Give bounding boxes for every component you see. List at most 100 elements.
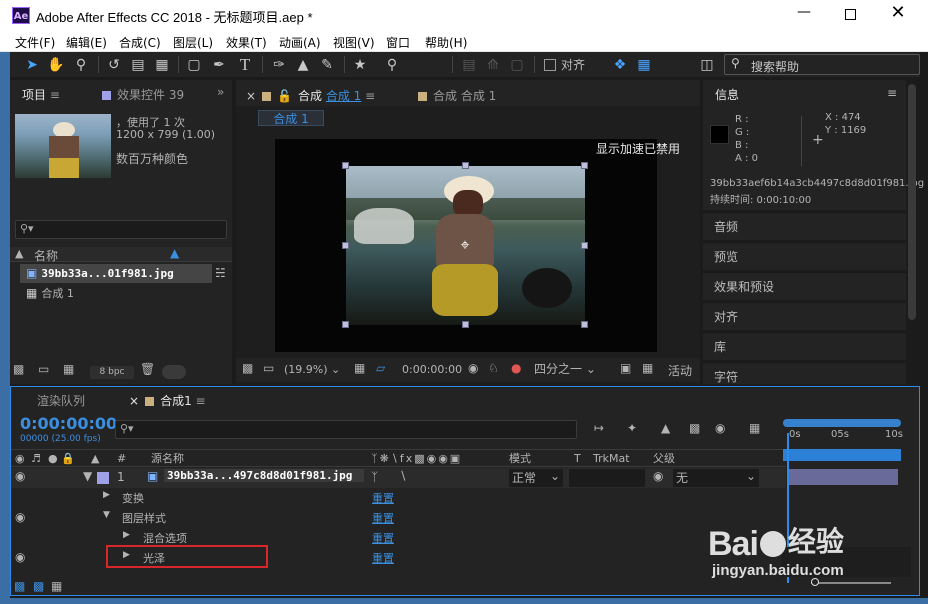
menu-edit[interactable]: 编辑(E) <box>66 34 107 51</box>
align-checkbox[interactable] <box>544 59 556 71</box>
time-ruler[interactable]: 0s 05s 10s <box>781 419 905 467</box>
scroll-pill[interactable] <box>162 365 186 379</box>
shy-icon[interactable]: ▲ <box>661 421 670 435</box>
channel-icon[interactable]: ● <box>511 361 521 375</box>
comp-breadcrumb[interactable]: 合成 1 <box>258 110 324 126</box>
menu-window[interactable]: 窗口 <box>386 34 410 51</box>
active-camera-dropdown[interactable]: 活动 <box>668 362 692 379</box>
panel-menu-icon[interactable]: ≡ <box>887 86 897 100</box>
brush-tool-icon[interactable]: ✑ <box>270 56 288 74</box>
toggle-modes-icon[interactable]: ▩ <box>33 579 44 593</box>
lock-icon[interactable]: 🔒 <box>61 450 75 467</box>
display-icon[interactable]: ▭ <box>263 361 274 375</box>
snap-grid-icon[interactable]: ▦ <box>635 56 653 74</box>
label-icon[interactable]: ▲ <box>91 450 99 467</box>
parent-dropdown[interactable]: 无 ⌄ <box>673 469 759 487</box>
comp-canvas[interactable]: 显示加速已禁用 ⌖ <box>275 139 680 352</box>
type-tool-icon[interactable]: T <box>236 56 254 74</box>
close-tab-icon[interactable]: × <box>129 394 139 408</box>
project-item-footage[interactable]: ▣ 39bb33a...01f981.jpg <box>20 264 212 283</box>
maximize-button[interactable] <box>838 4 862 26</box>
panel-preview[interactable]: 预览 <box>703 242 906 270</box>
tab-composition-secondary[interactable]: 合成 合成 1 <box>418 87 496 104</box>
show-snapshot-icon[interactable]: ♘ <box>488 361 499 375</box>
audio-icon[interactable]: ♬ <box>31 450 41 467</box>
roto-brush-tool-icon[interactable]: ★ <box>351 56 369 74</box>
trkmat-dropdown[interactable] <box>569 469 645 487</box>
comp-timecode[interactable]: 0:00:00:00 <box>402 363 462 376</box>
region-interest-icon[interactable]: ▣ <box>620 361 631 375</box>
resolution-dropdown[interactable]: 四分之一 ⌄ <box>534 361 614 378</box>
tab-effect-controls[interactable]: 效果控件 39 <box>102 86 184 103</box>
menu-effect[interactable]: 效果(T) <box>226 34 267 51</box>
tab-composition-active[interactable]: × 🔓 合成 合成 1 ≡ <box>246 87 375 104</box>
switches-icons[interactable]: ᛉ❋∖fx▩◉◉▣ <box>371 450 462 467</box>
reset-link[interactable]: 重置 <box>372 510 394 526</box>
eye-icon[interactable]: ◉ <box>15 469 25 483</box>
snap-icon[interactable]: ❖ <box>611 56 629 74</box>
hand-tool-icon[interactable]: ✋ <box>47 56 65 74</box>
mode-dropdown[interactable]: 正常 ⌄ <box>509 469 563 487</box>
transparency-grid-icon[interactable]: ▦ <box>642 361 653 375</box>
prop-row-layer-styles[interactable]: ◉ ▼ 图层样式 重置 <box>11 508 786 528</box>
draft-3d-icon[interactable]: ✦ <box>627 421 637 435</box>
clone-stamp-tool-icon[interactable]: ▲ <box>294 56 312 74</box>
zoom-slider[interactable] <box>811 578 891 586</box>
reset-link[interactable]: 重置 <box>372 490 394 506</box>
toggle-time-icon[interactable]: ▦ <box>51 579 62 593</box>
graph-editor-icon[interactable]: ▦ <box>749 421 760 435</box>
trash-icon[interactable]: 🗑 <box>140 362 155 376</box>
comp-mini-flowchart-icon[interactable]: ↦ <box>594 421 604 435</box>
layer-bar[interactable] <box>788 469 898 485</box>
menu-help[interactable]: 帮助(H) <box>425 34 467 51</box>
expand-arrow-icon[interactable]: ▼ <box>83 469 92 483</box>
grid-icon[interactable]: ▦ <box>354 361 365 375</box>
info-scrollbar[interactable] <box>908 84 916 320</box>
close-tab-icon[interactable]: × <box>246 89 256 103</box>
expand-arrow-icon[interactable]: ▶ <box>123 530 130 540</box>
project-item-comp[interactable]: ▦ 合成 1 <box>20 284 212 303</box>
frame-blending-icon[interactable]: ▩ <box>689 421 700 435</box>
prop-row-transform[interactable]: ▶ 变换 重置 <box>11 488 786 508</box>
solo-icon[interactable]: ● <box>48 450 58 467</box>
bpc-button[interactable]: 8 bpc <box>90 366 134 379</box>
tab-render-queue[interactable]: 渲染队列 <box>37 392 85 409</box>
selection-tool-icon[interactable]: ➤ <box>23 56 41 74</box>
snapshot-icon[interactable]: ◉ <box>468 361 478 375</box>
panel-audio[interactable]: 音频 <box>703 212 906 240</box>
eye-icon[interactable]: ◉ <box>15 450 25 467</box>
name-column-header[interactable]: 名称 <box>34 247 58 264</box>
expand-arrow-icon[interactable]: ▼ <box>103 510 110 520</box>
lock-icon[interactable]: 🔓 <box>277 89 292 103</box>
new-composition-icon[interactable]: ▦ <box>63 362 74 376</box>
eye-icon[interactable]: ◉ <box>15 550 25 564</box>
rectangle-tool-icon[interactable]: ▢ <box>185 56 203 74</box>
world-axis-icon[interactable]: ⟰ <box>484 56 502 74</box>
camera-tool-icon[interactable]: ▤ <box>129 56 147 74</box>
view-axis-icon[interactable]: ▢ <box>508 56 526 74</box>
interpret-footage-icon[interactable]: ▩ <box>13 362 24 376</box>
local-axis-icon[interactable]: ▤ <box>460 56 478 74</box>
expand-arrow-icon[interactable]: ▶ <box>103 490 110 500</box>
menu-composition[interactable]: 合成(C) <box>119 34 161 51</box>
close-button[interactable]: ✕ <box>886 2 910 24</box>
motion-blur-icon[interactable]: ◉ <box>715 421 725 435</box>
tab-project[interactable]: 项目 ≡ <box>22 86 60 103</box>
pan-behind-tool-icon[interactable]: ▦ <box>153 56 171 74</box>
eraser-tool-icon[interactable]: ✎ <box>318 56 336 74</box>
project-search-input[interactable]: ⚲▾ <box>15 220 227 239</box>
always-preview-icon[interactable]: ▩ <box>242 361 253 375</box>
search-help-input[interactable]: ⚲ 搜索帮助 <box>724 54 920 75</box>
panel-effects-presets[interactable]: 效果和预设 <box>703 272 906 300</box>
new-folder-icon[interactable]: ▭ <box>38 362 49 376</box>
tab-timeline-comp[interactable]: × 合成1 ≡ <box>129 392 206 409</box>
pick-whip-icon[interactable]: ◉ <box>653 469 663 483</box>
menu-file[interactable]: 文件(F) <box>15 34 55 51</box>
menu-animation[interactable]: 动画(A) <box>279 34 321 51</box>
reset-link[interactable]: 重置 <box>372 530 394 546</box>
anchor-point-icon[interactable]: ⌖ <box>456 236 474 254</box>
zoom-tool-icon[interactable]: ⚲ <box>72 56 90 74</box>
minimize-button[interactable]: — <box>792 4 816 26</box>
flowchart-icon[interactable]: ☵ <box>215 266 226 280</box>
panel-libraries[interactable]: 库 <box>703 332 906 360</box>
